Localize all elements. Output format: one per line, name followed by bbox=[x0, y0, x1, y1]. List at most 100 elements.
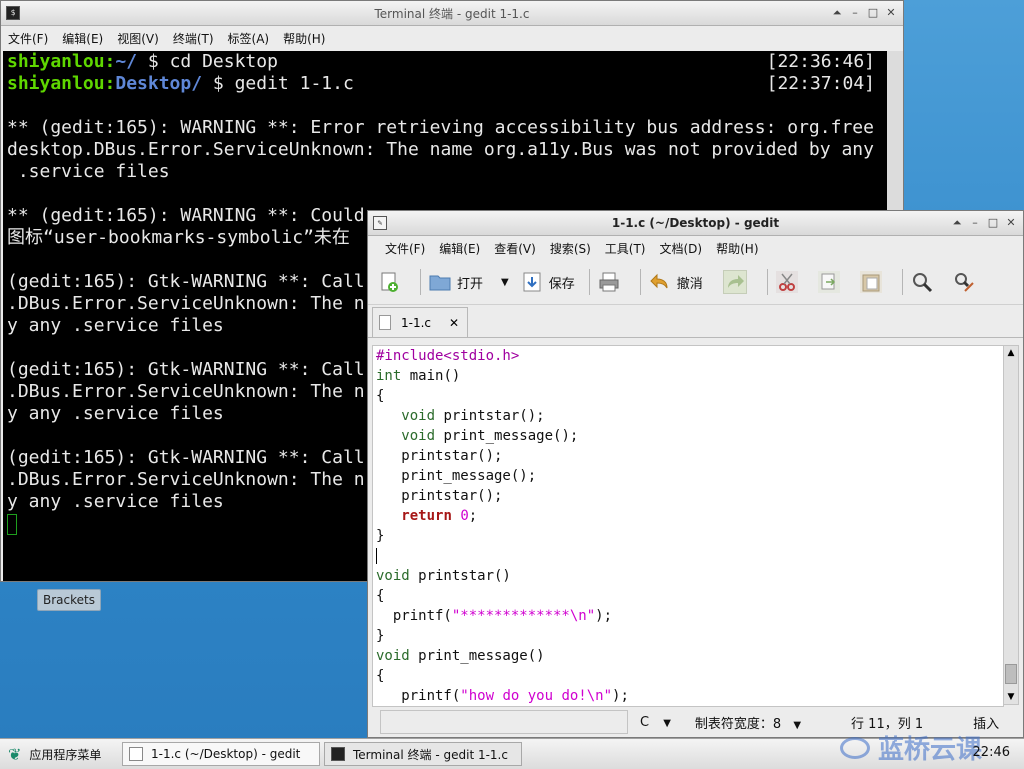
maximize-icon[interactable]: □ bbox=[985, 215, 1001, 231]
timestamp: [22:36:46] bbox=[766, 51, 875, 72]
shade-icon[interactable]: ⏶ bbox=[829, 5, 845, 21]
code-token: "how do you do!\n" bbox=[460, 688, 613, 704]
redo-icon bbox=[722, 270, 747, 294]
gedit-menu-item-4[interactable]: 工具(T) bbox=[598, 240, 653, 257]
code-line: { bbox=[373, 386, 1003, 406]
terminal-line: ** (gedit:165): WARNING **: Error retrie… bbox=[7, 117, 874, 138]
terminal-menubar: 文件(F) 编辑(E) 视图(V) 终端(T) 标签(A) 帮助(H) bbox=[1, 26, 903, 50]
terminal-menu-item-4[interactable]: 标签(A) bbox=[221, 30, 277, 47]
print-button[interactable] bbox=[598, 266, 626, 298]
code-editor[interactable]: #include<stdio.h> int main() { void prints… bbox=[372, 345, 1004, 707]
replace-button[interactable] bbox=[953, 266, 981, 298]
code-token: print_message(); bbox=[435, 428, 579, 444]
code-token: ); bbox=[612, 688, 629, 704]
gedit-menu-item-2[interactable]: 查看(V) bbox=[487, 240, 543, 257]
gedit-title: 1-1.c (~/Desktop) - gedit bbox=[611, 216, 780, 230]
gedit-menu-item-3[interactable]: 搜索(S) bbox=[543, 240, 598, 257]
find-button[interactable] bbox=[911, 266, 939, 298]
tab-width-selector[interactable]: 制表符宽度：8 ▼ bbox=[695, 713, 801, 732]
open-button[interactable]: 打开 ▼ bbox=[429, 266, 509, 298]
code-token: void bbox=[376, 568, 410, 584]
tab-label: 1-1.c bbox=[401, 315, 432, 330]
minimize-icon[interactable]: – bbox=[967, 215, 983, 231]
save-button[interactable]: 保存 bbox=[521, 266, 575, 298]
terminal-menu-item-1[interactable]: 编辑(E) bbox=[55, 30, 110, 47]
paste-button[interactable] bbox=[859, 266, 888, 298]
terminal-line: .service files bbox=[7, 161, 170, 182]
code-token: void bbox=[376, 648, 410, 664]
scissors-icon bbox=[775, 271, 798, 293]
code-token: printf( bbox=[376, 608, 452, 624]
code-line: } bbox=[373, 526, 1003, 546]
terminal-menu-item-0[interactable]: 文件(F) bbox=[1, 30, 55, 47]
tab-1-1-c[interactable]: 1-1.c ✕ bbox=[372, 307, 468, 337]
app-menu-button[interactable]: ❦ 应用程序菜单 bbox=[8, 745, 118, 764]
gedit-menu-item-5[interactable]: 文档(D) bbox=[653, 240, 710, 257]
printer-icon bbox=[598, 271, 620, 293]
clock[interactable]: 22:46 bbox=[973, 745, 1010, 760]
command-text: $ gedit 1-1.c bbox=[202, 73, 354, 94]
copy-button[interactable] bbox=[817, 266, 846, 298]
gedit-menu-item-0[interactable]: 文件(F) bbox=[378, 240, 432, 257]
scroll-up-icon[interactable]: ▲ bbox=[1004, 346, 1018, 360]
scrollbar-thumb[interactable] bbox=[1005, 664, 1017, 684]
watermark-logo: 蓝桥云课 bbox=[840, 729, 982, 766]
gedit-menu-item-6[interactable]: 帮助(H) bbox=[709, 240, 765, 257]
code-token: printf( bbox=[376, 688, 461, 704]
terminal-title: Terminal 终端 - gedit 1-1.c bbox=[374, 6, 530, 21]
code-token: printstar(); bbox=[376, 448, 503, 464]
terminal-task-icon bbox=[331, 747, 345, 761]
terminal-menu-item-3[interactable]: 终端(T) bbox=[166, 30, 221, 47]
code-token: 0 bbox=[460, 508, 469, 524]
editor-vertical-scrollbar[interactable]: ▲ ▼ bbox=[1003, 345, 1019, 705]
code-line: int main() bbox=[373, 366, 1003, 386]
code-token: #include<stdio.h> bbox=[376, 348, 520, 364]
terminal-menu-item-2[interactable]: 视图(V) bbox=[110, 30, 166, 47]
undo-button[interactable]: 撤消 bbox=[649, 266, 703, 298]
prompt-user: shiyanlou: bbox=[7, 73, 116, 94]
terminal-titlebar[interactable]: $ Terminal 终端 - gedit 1-1.c ⏶ – □ ✕ bbox=[1, 1, 903, 26]
cut-button[interactable] bbox=[775, 266, 804, 298]
code-token: { bbox=[376, 668, 385, 684]
text-cursor bbox=[376, 548, 377, 564]
task-terminal-label: Terminal 终端 - gedit 1-1.c bbox=[353, 747, 508, 762]
code-line: printstar(); bbox=[373, 446, 1003, 466]
gedit-titlebar[interactable]: ✎ 1-1.c (~/Desktop) - gedit ⏶ – □ ✕ bbox=[368, 211, 1023, 236]
language-selector[interactable]: C ▼ bbox=[640, 715, 671, 730]
close-icon[interactable]: ✕ bbox=[1003, 215, 1019, 231]
scroll-down-icon[interactable]: ▼ bbox=[1004, 690, 1018, 704]
timestamp: [22:37:04] bbox=[766, 73, 875, 94]
command-text: $ cd Desktop bbox=[137, 51, 278, 72]
task-terminal[interactable]: Terminal 终端 - gedit 1-1.c bbox=[324, 742, 522, 766]
code-line: void printstar() bbox=[373, 566, 1003, 586]
new-button[interactable] bbox=[378, 266, 406, 298]
gedit-task-icon bbox=[129, 747, 143, 761]
code-token: int bbox=[376, 368, 402, 384]
minimize-icon[interactable]: – bbox=[847, 5, 863, 21]
terminal-line: shiyanlou:Desktop/ $ gedit 1-1.c [22:37:0… bbox=[3, 73, 887, 95]
undo-label: 撤消 bbox=[676, 276, 703, 292]
app-menu-label: 应用程序菜单 bbox=[29, 747, 102, 762]
code-token: void bbox=[401, 408, 436, 424]
chevron-down-icon[interactable]: ▼ bbox=[501, 277, 509, 288]
terminal-line: shiyanlou:~/ $ cd Desktop [22:36:46] bbox=[3, 51, 887, 73]
code-token: main() bbox=[401, 368, 461, 384]
code-line: void print_message(); bbox=[373, 426, 1003, 446]
close-icon[interactable]: ✕ bbox=[883, 5, 899, 21]
maximize-icon[interactable]: □ bbox=[865, 5, 881, 21]
close-tab-icon[interactable]: ✕ bbox=[449, 316, 459, 330]
shade-icon[interactable]: ⏶ bbox=[949, 215, 965, 231]
folder-icon bbox=[429, 271, 451, 293]
code-token: printstar(); bbox=[376, 488, 503, 504]
terminal-menu-item-5[interactable]: 帮助(H) bbox=[276, 30, 332, 47]
gedit-window[interactable]: ✎ 1-1.c (~/Desktop) - gedit ⏶ – □ ✕ 文件(F… bbox=[367, 210, 1024, 738]
toolbar-separator bbox=[901, 269, 903, 295]
task-gedit[interactable]: 1-1.c (~/Desktop) - gedit bbox=[122, 742, 320, 766]
code-token: } bbox=[376, 628, 385, 644]
gedit-menu-item-1[interactable]: 编辑(E) bbox=[432, 240, 487, 257]
document-icon bbox=[379, 315, 391, 330]
redo-button[interactable] bbox=[722, 266, 753, 298]
code-line: { bbox=[373, 586, 1003, 606]
undo-icon bbox=[649, 271, 671, 293]
brackets-desktop-label[interactable]: Brackets bbox=[37, 589, 101, 611]
